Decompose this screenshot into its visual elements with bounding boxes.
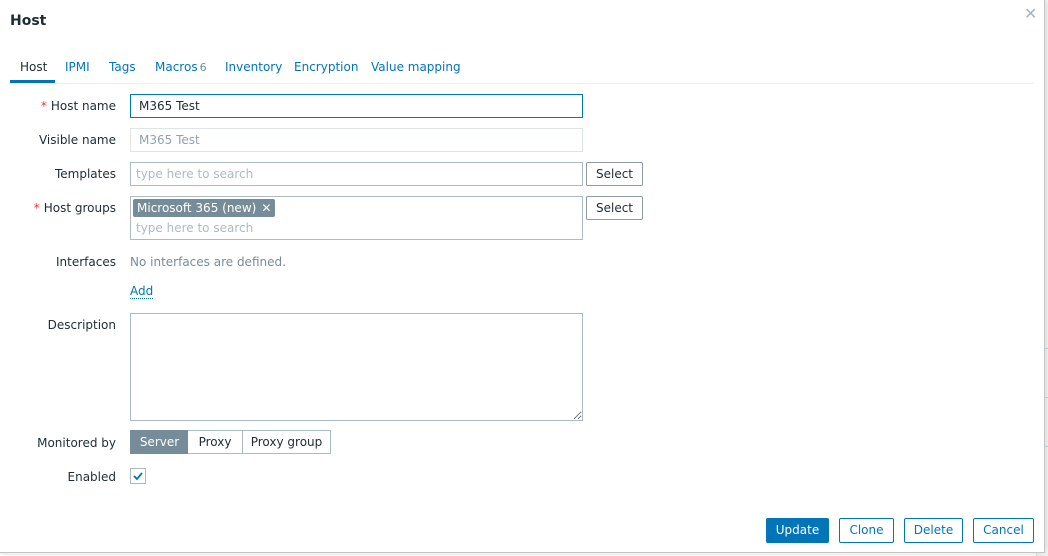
monitored-by-label: Monitored by bbox=[37, 436, 116, 450]
monitored-by-proxy[interactable]: Proxy bbox=[188, 430, 243, 454]
tab-encryption-label: Encryption bbox=[294, 60, 359, 74]
required-marker: * bbox=[33, 201, 40, 215]
cancel-button[interactable]: Cancel bbox=[973, 518, 1034, 543]
tab-ipmi[interactable]: IPMI bbox=[65, 60, 90, 74]
enabled-checkbox[interactable] bbox=[130, 468, 146, 484]
tab-value-mapping[interactable]: Value mapping bbox=[371, 60, 461, 74]
interfaces-empty-text: No interfaces are defined. bbox=[130, 255, 286, 269]
visible-name-label: Visible name bbox=[38, 133, 116, 147]
macros-count-badge: 6 bbox=[199, 61, 207, 74]
tab-tags[interactable]: Tags bbox=[109, 60, 136, 74]
delete-button[interactable]: Delete bbox=[904, 518, 963, 543]
active-tab-underline bbox=[10, 80, 55, 83]
tab-ipmi-label: IPMI bbox=[65, 60, 90, 74]
host-groups-placeholder: type here to search bbox=[136, 221, 254, 235]
templates-select-button[interactable]: Select bbox=[586, 162, 643, 186]
templates-search-input[interactable]: type here to search bbox=[130, 162, 583, 186]
tab-inventory[interactable]: Inventory bbox=[225, 60, 282, 74]
host-groups-label-text: Host groups bbox=[43, 201, 116, 215]
description-label: Description bbox=[47, 318, 116, 332]
host-name-input[interactable]: M365 Test bbox=[130, 94, 583, 118]
tab-host-label: Host bbox=[20, 60, 48, 74]
tab-bar: Host IPMI Tags Macros 6 Inventory Encrypt… bbox=[10, 55, 1034, 84]
tab-macros-label: Macros bbox=[155, 60, 198, 74]
dialog-title: Host bbox=[10, 13, 47, 29]
templates-label: Templates bbox=[54, 167, 116, 181]
checkmark-icon bbox=[133, 472, 143, 481]
remove-chip-icon[interactable]: ✕ bbox=[261, 201, 271, 215]
host-dialog: Host ✕ Host IPMI Tags Macros 6 Inventory … bbox=[0, 0, 1045, 553]
clone-button[interactable]: Clone bbox=[839, 518, 894, 543]
tab-value-mapping-label: Value mapping bbox=[371, 60, 461, 74]
monitored-by-server[interactable]: Server bbox=[130, 430, 189, 454]
host-name-label-text: Host name bbox=[50, 99, 116, 113]
description-textarea[interactable] bbox=[130, 313, 583, 421]
close-icon[interactable]: ✕ bbox=[1024, 6, 1037, 22]
host-group-chip-label: Microsoft 365 (new) bbox=[137, 201, 257, 215]
monitored-by-proxy-group[interactable]: Proxy group bbox=[242, 430, 331, 454]
add-interface-link[interactable]: Add bbox=[130, 284, 154, 299]
host-group-chip: Microsoft 365 (new) ✕ bbox=[133, 199, 276, 217]
tab-host[interactable]: Host bbox=[20, 60, 47, 74]
interfaces-label: Interfaces bbox=[56, 255, 116, 269]
tab-tags-label: Tags bbox=[109, 60, 136, 74]
host-groups-select-button[interactable]: Select bbox=[586, 196, 643, 220]
tab-inventory-label: Inventory bbox=[225, 60, 283, 74]
visible-name-input[interactable]: M365 Test bbox=[130, 128, 583, 152]
host-groups-label: * Host groups bbox=[34, 201, 116, 215]
enabled-label: Enabled bbox=[67, 470, 117, 484]
update-button[interactable]: Update bbox=[766, 518, 829, 543]
templates-placeholder: type here to search bbox=[136, 167, 254, 181]
host-name-label: * Host name bbox=[41, 99, 116, 113]
required-marker: * bbox=[40, 99, 47, 113]
tab-encryption[interactable]: Encryption bbox=[294, 60, 358, 74]
tab-macros[interactable]: Macros 6 bbox=[155, 60, 207, 74]
